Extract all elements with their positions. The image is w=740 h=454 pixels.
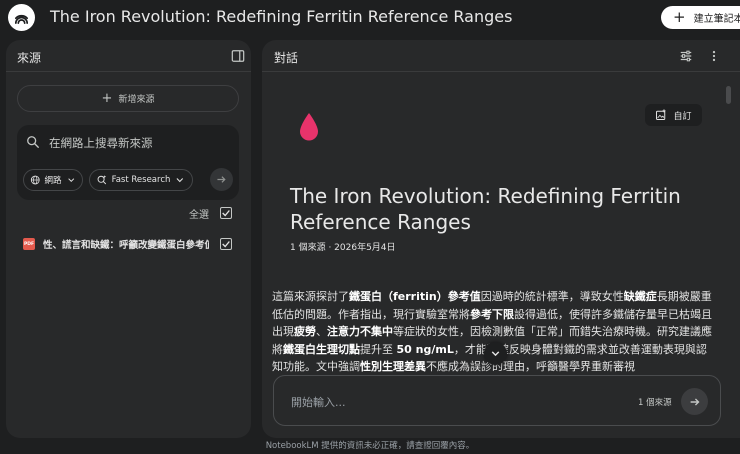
notebook-title[interactable]: The Iron Revolution: Redefining Ferritin… (50, 7, 512, 26)
summary-bold-term: 缺鐵症 (623, 290, 657, 303)
chat-input[interactable]: 開始輸入... (291, 394, 346, 410)
web-search-box: 在網路上搜尋新來源 網路 Fast Research (17, 125, 239, 200)
document-title: The Iron Revolution: Redefining Ferritin… (290, 184, 681, 234)
chevron-down-icon (176, 178, 184, 183)
top-bar: The Iron Revolution: Redefining Ferritin… (0, 0, 740, 36)
arrow-right-icon (690, 397, 699, 406)
summary-text: 提升至 (360, 342, 397, 356)
source-item-label: 性、謊言和缺鐵：呼籲改變鐵蛋白參考值範圍 (43, 240, 209, 251)
more-options-icon[interactable] (706, 48, 722, 64)
search-icon (25, 134, 41, 150)
summary-bold-term: 疲勞 (294, 325, 316, 338)
globe-icon (30, 175, 40, 185)
sources-header: 來源 (6, 40, 251, 72)
source-checkbox[interactable] (220, 238, 232, 250)
customize-label: 自訂 (673, 111, 692, 122)
search-submit-button[interactable] (210, 168, 233, 191)
checkmark-icon (222, 210, 230, 217)
web-chip-label: 網路 (44, 176, 62, 186)
chevron-down-icon (67, 178, 74, 183)
source-count-label: 1 個來源 (638, 398, 672, 408)
select-all-label: 全選 (189, 210, 209, 221)
create-notebook-button[interactable]: + 建立筆記本 (661, 6, 740, 29)
search-input[interactable]: 在網路上搜尋新來源 (49, 135, 153, 151)
customize-button[interactable]: 自訂 (645, 104, 702, 126)
plus-icon: + (673, 8, 686, 26)
notebooklm-logo-icon[interactable] (8, 4, 35, 31)
footer-disclaimer: NotebookLM 提供的資訊未必正確，請查證回覆內容。 (265, 441, 475, 451)
chat-input-box: 開始輸入... 1 個來源 (273, 375, 721, 426)
summary-text: 這篇來源探討了 (272, 290, 349, 303)
chat-title: 對話 (274, 51, 299, 65)
chat-settings-icon[interactable] (678, 48, 694, 64)
sources-title: 來源 (17, 51, 42, 65)
select-all-checkbox[interactable] (220, 207, 232, 219)
add-source-button[interactable]: + 新增來源 (17, 85, 239, 112)
summary-bold-term: 鐵蛋白生理切點 (283, 342, 360, 356)
create-notebook-label: 建立筆記本 (693, 14, 740, 25)
send-button[interactable] (681, 388, 708, 415)
web-source-dropdown[interactable]: 網路 (23, 169, 83, 191)
summary-text: 不應成為誤診的理由，呼籲醫學界重新審視 (426, 360, 635, 372)
summary-bold-term: 鐵蛋白（ferritin）參考值 (349, 290, 481, 303)
chat-panel: 對話 自訂 The Iron Revolution: Redefining Fe… (262, 40, 740, 438)
checkmark-icon (222, 241, 230, 248)
research-chip-label: Fast Research (111, 175, 171, 185)
add-source-label: 新增來源 (118, 95, 155, 105)
summary-bold-term: 50 ng/mL (396, 342, 454, 356)
summary-text: 因過時的統計標準，導致女性 (480, 290, 624, 303)
summary-bold-term: 注意力不集中 (327, 325, 393, 338)
chat-scrollbar[interactable] (726, 86, 731, 104)
chat-header: 對話 (262, 40, 740, 72)
blood-drop-icon (300, 113, 318, 141)
research-mode-dropdown[interactable]: Fast Research (89, 169, 193, 191)
scroll-down-button[interactable] (484, 342, 507, 365)
research-icon (97, 175, 107, 185)
chevron-down-icon (491, 351, 500, 357)
sources-panel: 來源 + 新增來源 在網路上搜尋新來源 網路 Fast Research 全選 (6, 40, 251, 438)
summary-text: 、 (316, 325, 327, 338)
arrow-right-icon (217, 176, 226, 183)
document-meta: 1 個來源 · 2026年5月4日 (290, 243, 396, 253)
pdf-icon: PDF (23, 238, 35, 250)
add-image-icon (656, 109, 666, 120)
source-list-item[interactable]: PDF 性、謊言和缺鐵：呼籲改變鐵蛋白參考值範圍 (23, 236, 235, 252)
plus-icon: + (101, 91, 113, 106)
summary-bold-term: 性別生理差異 (360, 360, 426, 372)
summary-bold-term: 參考下限 (470, 307, 514, 321)
collapse-panel-icon[interactable] (230, 48, 246, 64)
